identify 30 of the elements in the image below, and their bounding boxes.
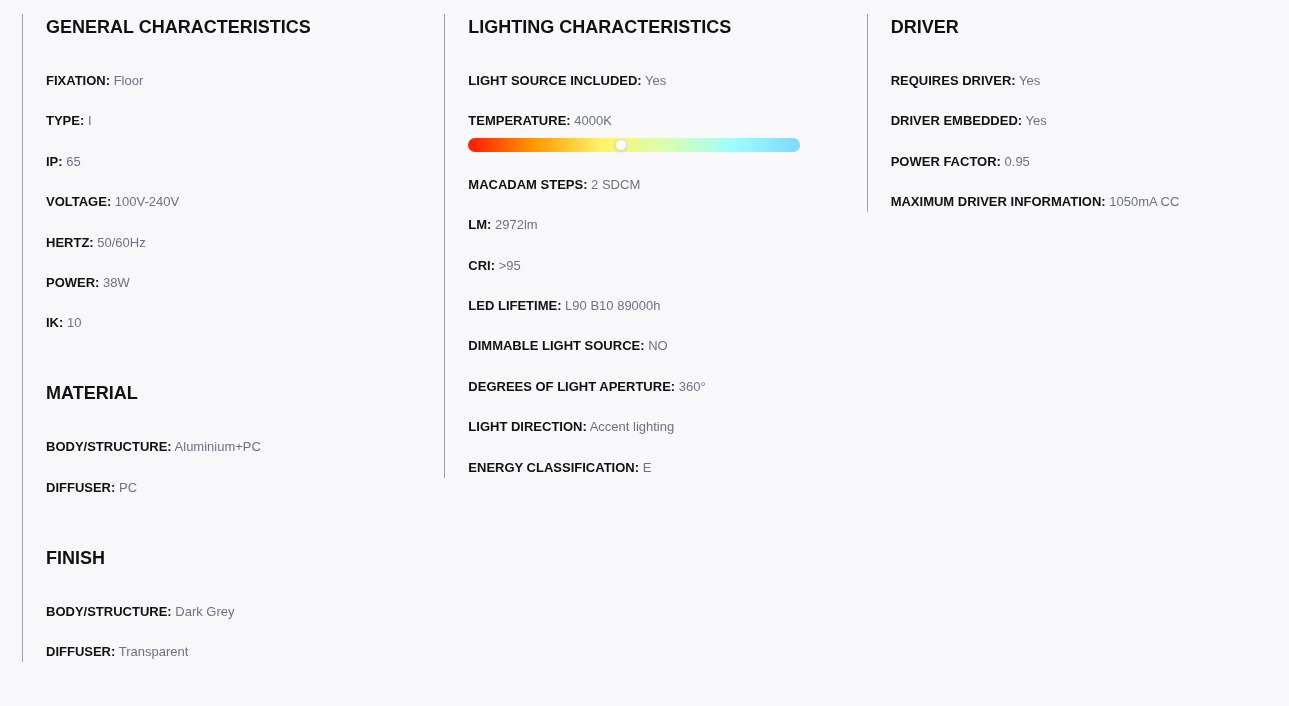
- property-text: LIGHT SOURCE INCLUDED: Yes: [468, 72, 668, 90]
- property-text: VOLTAGE: 100V-240V: [46, 193, 181, 212]
- section-heading: FINISH: [46, 546, 106, 570]
- section-heading: GENERAL CHARACTERISTICS: [46, 16, 312, 39]
- property-text: BODY/STRUCTURE: Dark Grey: [46, 602, 236, 621]
- section-heading: MATERIAL: [46, 382, 139, 406]
- property-text: BODY/STRUCTURE: Aluminium+PC: [46, 438, 262, 457]
- property-text: DIFFUSER: Transparent: [46, 643, 190, 662]
- property-text: FIXATION: Floor: [46, 72, 145, 90]
- property-text: LM: 2972lm: [468, 216, 539, 235]
- property-text: IP: 65: [46, 152, 82, 171]
- property-text: LIGHT DIRECTION: Accent lighting: [468, 418, 676, 437]
- section-heading: DRIVER: [890, 16, 960, 39]
- property-text: POWER: 38W: [46, 273, 131, 292]
- property-text: REQUIRES DRIVER: Yes: [890, 72, 1042, 90]
- property-text: CRI: >95: [468, 256, 522, 275]
- property-text: IK: 10: [46, 314, 83, 333]
- property-text: ENERGY CLASSIFICATION: E: [468, 458, 653, 477]
- property-text: DIFFUSER: PC: [46, 478, 138, 497]
- property-text: LED LIFETIME: L90 B10 89000h: [468, 296, 662, 315]
- property-text: TEMPERATURE: 4000K: [468, 112, 613, 131]
- property-text: POWER FACTOR: 0.95: [890, 152, 1031, 171]
- section-heading: LIGHTING CHARACTERISTICS: [468, 16, 733, 39]
- property-text: HERTZ: 50/60Hz: [46, 233, 147, 252]
- property-text: MACADAM STEPS: 2 SDCM: [468, 175, 642, 194]
- property-text: TYPE: I: [46, 112, 93, 131]
- property-text: DEGREES OF LIGHT APERTURE: 360°: [468, 377, 707, 396]
- property-text: DRIVER EMBEDDED: Yes: [890, 112, 1048, 131]
- property-text: DIMMABLE LIGHT SOURCE: NO: [468, 337, 669, 356]
- property-text: MAXIMUM DRIVER INFORMATION: 1050mA CC: [890, 193, 1181, 212]
